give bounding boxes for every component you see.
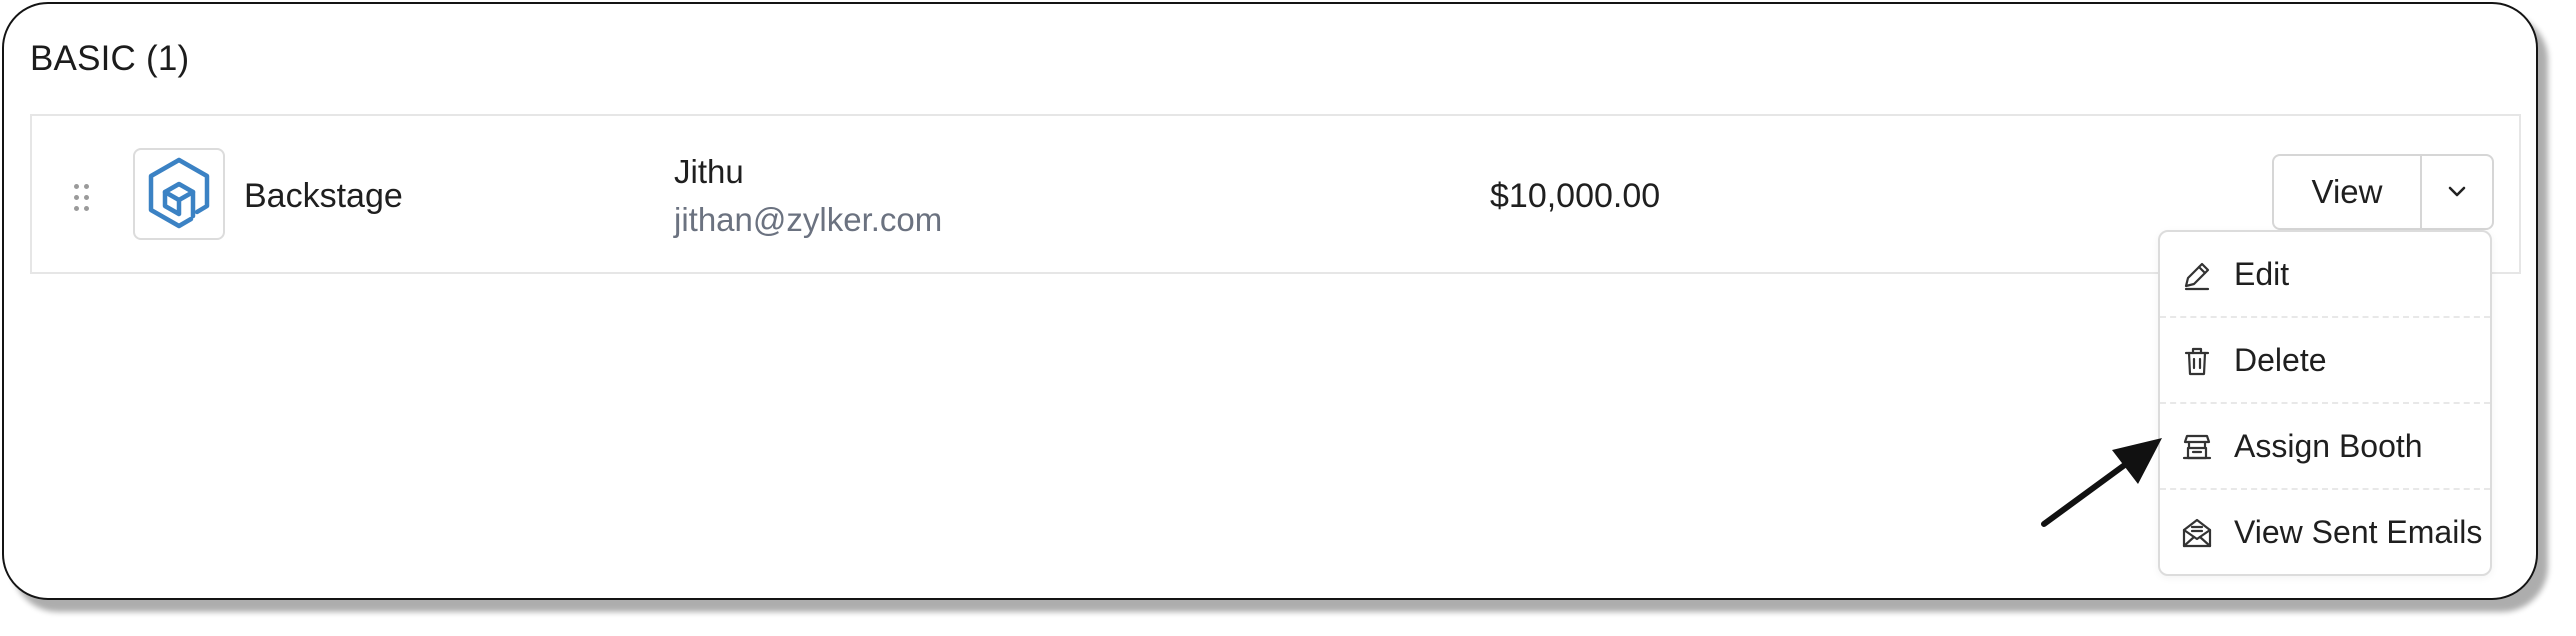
menu-item-label: View Sent Emails [2234, 514, 2483, 550]
menu-item-delete[interactable]: Delete [2160, 318, 2490, 404]
mail-open-icon [2182, 518, 2212, 548]
menu-item-label: Edit [2234, 256, 2290, 292]
sponsor-row[interactable]: Backstage Jithu jithan@zylker.com $10,00… [30, 114, 2521, 274]
menu-item-assign-booth[interactable]: Assign Booth [2160, 404, 2490, 490]
menu-item-label: Assign Booth [2234, 428, 2423, 464]
sponsor-name[interactable]: Backstage [244, 176, 403, 216]
sponsors-panel: BASIC (1) Backstage Jithu jithan@zylker.… [2, 2, 2538, 600]
contact-email: jithan@zylker.com [674, 201, 943, 238]
pointer-arrow-icon [2041, 438, 2162, 527]
cube-logo-icon [148, 157, 210, 229]
menu-item-view-sent-emails[interactable]: View Sent Emails [2160, 490, 2490, 576]
section-title: BASIC (1) [30, 39, 190, 78]
view-button[interactable]: View [2274, 156, 2422, 228]
sponsorship-amount: $10,000.00 [1490, 177, 1661, 215]
chevron-down-icon [2448, 186, 2466, 197]
actions-menu: Edit Delete Assign Booth View Sent Email… [2158, 230, 2492, 576]
trash-icon [2184, 347, 2210, 376]
more-actions-dropdown[interactable] [2422, 156, 2492, 228]
booth-icon [2182, 434, 2212, 460]
drag-handle-icon[interactable] [72, 182, 92, 214]
menu-item-edit[interactable]: Edit [2160, 232, 2490, 318]
menu-item-label: Delete [2234, 342, 2327, 378]
pencil-icon [2184, 262, 2210, 291]
view-split-button: View [2272, 154, 2494, 230]
contact-name: Jithu [674, 153, 744, 190]
sponsor-logo [133, 148, 225, 240]
